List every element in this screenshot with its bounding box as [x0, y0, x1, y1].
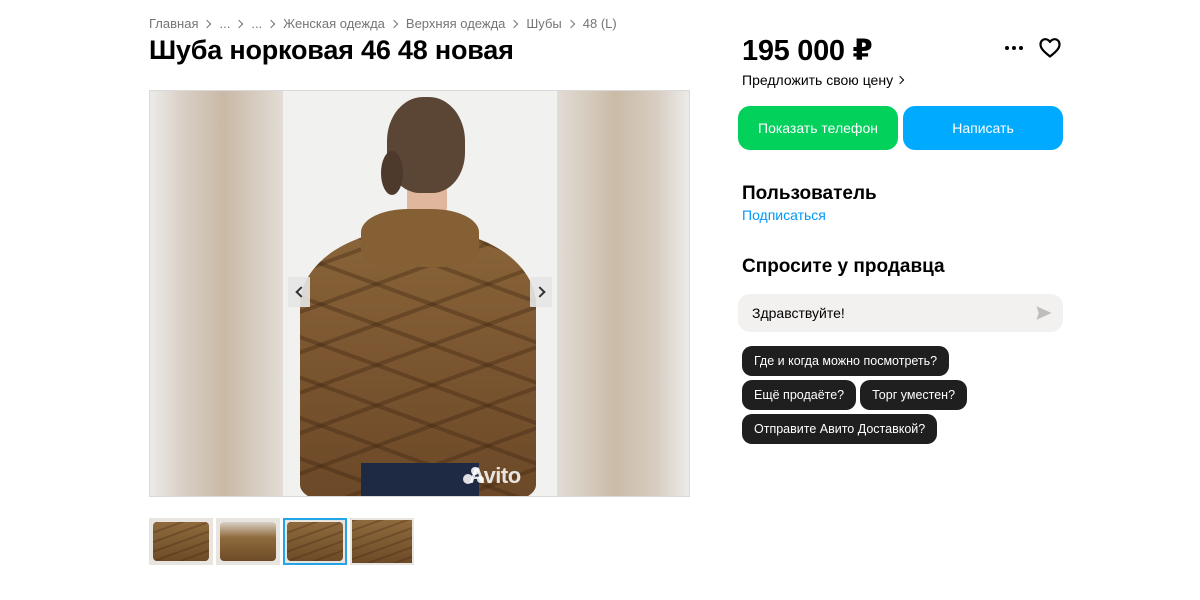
breadcrumb: Главная ... ... Женская одежда Верхняя о… — [149, 16, 617, 31]
breadcrumb-item[interactable]: 48 (L) — [583, 16, 617, 31]
offer-price-link[interactable]: Предложить свою цену — [742, 72, 905, 88]
message-input-value: Здравствуйте! — [752, 305, 845, 321]
gallery-blur-left — [150, 91, 284, 496]
thumbnail[interactable] — [216, 518, 280, 565]
thumbnail[interactable] — [350, 518, 414, 565]
seller-name[interactable]: Пользователь — [742, 183, 877, 205]
photo-hair — [381, 151, 403, 195]
ask-seller-title: Спросите у продавца — [742, 256, 945, 277]
question-chip[interactable]: Торг уместен? — [860, 380, 968, 410]
gallery-prev-button[interactable] — [288, 277, 310, 307]
thumbnail-strip — [149, 518, 414, 565]
chevron-right-icon — [533, 286, 546, 298]
show-phone-button[interactable]: Показать телефон — [738, 106, 898, 150]
thumbnail[interactable] — [149, 518, 213, 565]
breadcrumb-item[interactable]: ... — [219, 16, 230, 31]
breadcrumb-item[interactable]: Женская одежда — [283, 16, 385, 31]
more-icon[interactable] — [1002, 36, 1026, 60]
send-icon[interactable] — [1035, 304, 1053, 322]
gallery-blur-right — [555, 91, 689, 496]
price: 195 000 ₽ — [742, 35, 873, 67]
chevron-left-icon — [294, 286, 307, 298]
subscribe-link[interactable]: Подписаться — [742, 207, 826, 223]
message-input[interactable]: Здравствуйте! — [738, 294, 1063, 332]
offer-price-label: Предложить свою цену — [742, 72, 894, 88]
question-chip[interactable]: Отправите Авито Доставкой? — [742, 414, 938, 444]
write-button[interactable]: Написать — [903, 106, 1063, 150]
page-title: Шуба норковая 46 48 новая — [149, 35, 514, 65]
photo-jeans — [361, 463, 479, 496]
chevron-right-icon — [895, 75, 905, 85]
question-chip[interactable]: Ещё продаёте? — [742, 380, 857, 410]
chevron-right-icon — [235, 19, 244, 28]
avito-watermark: Avito — [469, 463, 521, 488]
heart-icon[interactable] — [1037, 36, 1063, 60]
photo-gallery[interactable]: Avito — [149, 90, 690, 497]
chevron-right-icon — [389, 19, 399, 28]
breadcrumb-item[interactable]: Верхняя одежда — [406, 16, 505, 31]
photo-collar — [361, 209, 479, 267]
question-chip[interactable]: Где и когда можно посмотреть? — [742, 346, 950, 376]
chevron-right-icon — [203, 19, 212, 28]
quick-questions: Где и когда можно посмотреть? Ещё продаё… — [742, 346, 1062, 444]
chevron-right-icon — [266, 19, 276, 28]
fur-coat-image — [300, 229, 536, 496]
breadcrumb-item[interactable]: Главная — [149, 16, 198, 31]
chevron-right-icon — [510, 19, 519, 28]
thumbnail-active[interactable] — [283, 518, 347, 565]
breadcrumb-item[interactable]: ... — [251, 16, 262, 31]
main-photo[interactable]: Avito — [283, 91, 557, 496]
breadcrumb-item[interactable]: Шубы — [526, 16, 561, 31]
gallery-next-button[interactable] — [530, 277, 552, 307]
chevron-right-icon — [566, 19, 575, 28]
